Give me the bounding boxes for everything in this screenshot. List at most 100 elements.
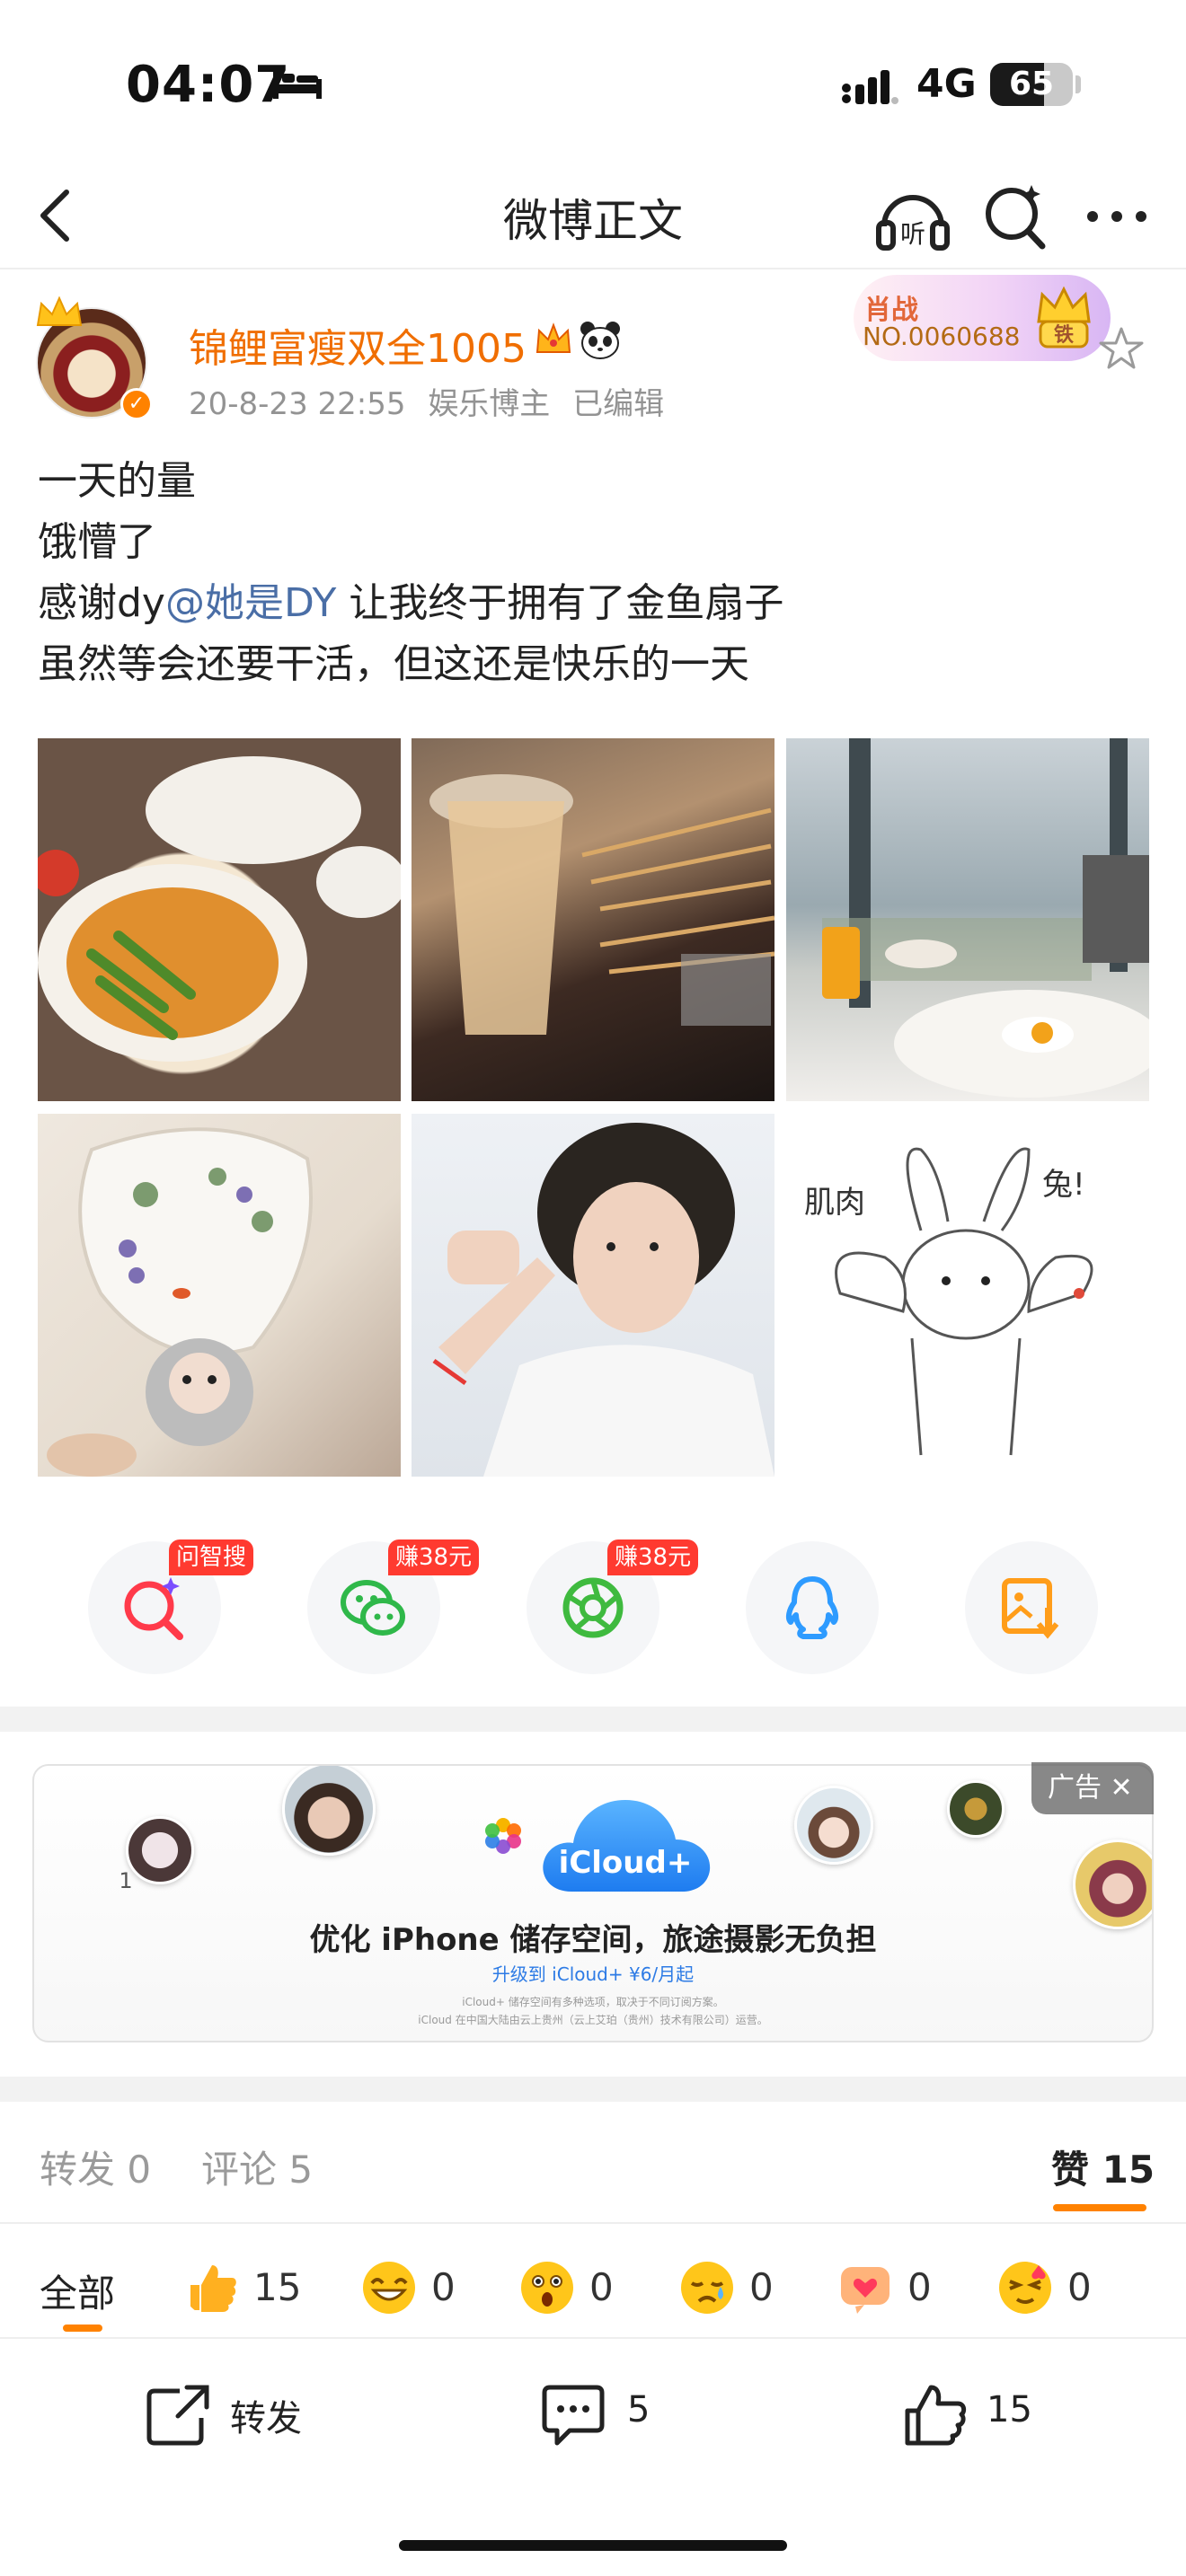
image-portrait[interactable] (412, 1114, 774, 1477)
share-tag-wechat: 赚38元 (388, 1539, 480, 1575)
status-time: 04:07 (126, 56, 291, 114)
image-goldfish-fan[interactable] (38, 1114, 401, 1477)
portrait-drawing (432, 1123, 774, 1477)
close-icon: ✕ (1110, 1772, 1133, 1804)
battery-percent: 65 (1008, 66, 1055, 102)
listen-label: 听 (900, 219, 925, 249)
author-role: 娱乐博主 (428, 386, 551, 422)
page-title: 微博正文 (503, 195, 683, 247)
reaction-count: 0 (431, 2265, 456, 2309)
post-time: 20-8-23 22:55 (189, 386, 406, 422)
surprised-emoji-icon (521, 2262, 573, 2314)
sad-emoji-icon (681, 2262, 733, 2314)
icloud-icon (543, 1800, 711, 1892)
image-muscle-rabbit[interactable]: 肌肉 兔! (786, 1114, 1149, 1477)
crown-icon (36, 296, 83, 326)
fan-number: NO.0060688 (863, 322, 1021, 351)
thumbs-up-icon (190, 2265, 236, 2312)
drink-drawing (429, 774, 774, 1035)
comment-count[interactable]: 5 (627, 2389, 650, 2430)
ad-photo-bubble (947, 1780, 1005, 1838)
reaction-count: 0 (1067, 2265, 1092, 2309)
active-filter-underline (63, 2325, 102, 2332)
reaction-filter-all[interactable]: 全部 (40, 2263, 115, 2318)
reaction-count: 0 (589, 2265, 614, 2309)
ad-headline: 优化 iPhone 储存空间，旅途摄影无负担 (309, 1922, 877, 1958)
search-icon[interactable] (981, 180, 1049, 251)
section-divider (0, 1707, 1186, 1732)
ad-photo-bubble (282, 1766, 376, 1856)
tab-repost[interactable]: 转发 0 (40, 2139, 151, 2194)
author-name[interactable]: 锦鲤富瘦双全1005 (189, 316, 527, 374)
share-tag-ai-search: 问智搜 (169, 1539, 254, 1575)
fan-drawing (47, 1127, 313, 1477)
repost-label[interactable]: 转发 (230, 2389, 302, 2441)
image-noodle-dinner[interactable] (38, 738, 401, 1101)
ad-close-button[interactable]: 广告 ✕ (1031, 1762, 1154, 1814)
more-icon[interactable] (1084, 185, 1150, 248)
ad-label: 广告 (1048, 1772, 1102, 1804)
qq-icon (785, 1576, 839, 1639)
network-type: 4G (916, 61, 977, 107)
like-icon[interactable] (902, 2380, 970, 2448)
post-meta: 20-8-23 22:55 娱乐博主 已编辑 (189, 379, 677, 423)
moments-icon (562, 1577, 624, 1638)
heart-emoji-icon (841, 2267, 890, 2314)
edited-label[interactable]: 已编辑 (572, 386, 664, 422)
post-line-3: 感谢dy@她是DY 让我终于拥有了金鱼扇子 (38, 573, 1152, 634)
ad-subline[interactable]: 升级到 iCloud+ ¥6/月起 (34, 1960, 1152, 1986)
nav-bar: 微博正文 听 (0, 162, 1186, 269)
active-tab-underline (1053, 2204, 1146, 2211)
author-avatar[interactable]: ✓ (36, 296, 155, 420)
battery-icon: 65 (990, 63, 1073, 106)
star-icon[interactable] (1098, 325, 1145, 372)
image-grid: 肌肉 兔! (38, 738, 1150, 1477)
post-line-2: 饿懵了 (38, 519, 156, 565)
mention-link[interactable]: @她是DY (165, 580, 336, 626)
vip-crown-icon (535, 322, 571, 353)
back-icon[interactable] (23, 181, 92, 250)
image-breakfast-view[interactable] (786, 738, 1149, 1101)
section-divider (0, 2077, 1186, 2102)
share-tag-moments: 赚38元 (607, 1539, 699, 1575)
love-emoji-icon (999, 2262, 1051, 2314)
grin-emoji-icon (363, 2262, 415, 2314)
image-drink-skewers[interactable] (412, 738, 774, 1101)
save-image-icon (1002, 1578, 1059, 1639)
noodle-drawing (38, 756, 401, 1062)
listen-icon[interactable]: 听 (875, 180, 951, 255)
sleep-bed-icon (273, 70, 322, 99)
ad-fine-print: iCloud 在中国大陆由云上贵州（云上艾珀（贵州）技术有限公司）运营。 (418, 2014, 768, 2026)
share-save-image[interactable] (965, 1541, 1098, 1674)
tab-like-label: 赞 (1051, 2148, 1090, 2192)
fan-crown-icon: 铁 (1037, 286, 1091, 348)
share-qq[interactable] (746, 1541, 879, 1674)
ad-banner[interactable]: 1 iCloud+ 优化 iPhone 储存空间，旅途摄影无负担 升级到 iCl… (32, 1764, 1154, 2042)
reaction-count: 0 (907, 2265, 932, 2309)
tab-comment[interactable]: 评论 5 (201, 2139, 313, 2194)
tab-like[interactable]: 赞 15 (1051, 2139, 1155, 2194)
status-bar: 04:07 4G 65 (0, 0, 1186, 162)
post-line-4: 虽然等会还要干活，但这还是快乐的一天 (38, 641, 749, 687)
rabbit-drawing: 肌肉 兔! (804, 1147, 1093, 1456)
drawing-text-muscle: 肌肉 (804, 1185, 865, 1221)
divider (0, 2222, 1186, 2224)
ad-brand: iCloud+ (558, 1845, 693, 1881)
home-indicator[interactable] (399, 2540, 787, 2551)
wechat-icon (341, 1580, 405, 1636)
fan-badge-text: 铁 (1054, 323, 1074, 347)
breakfast-drawing (822, 738, 1149, 1098)
tab-like-count: 15 (1102, 2148, 1155, 2192)
post-line-1: 一天的量 (38, 458, 196, 504)
ad-fine-print: iCloud+ 储存空间有多种选项，取决于不同订阅方案。 (462, 1996, 724, 2008)
comment-icon[interactable] (539, 2380, 607, 2448)
signal-icon (842, 70, 898, 104)
like-count[interactable]: 15 (987, 2389, 1032, 2430)
reaction-count: 15 (253, 2265, 302, 2309)
drawing-text-rabbit: 兔! (1042, 1167, 1085, 1203)
repost-icon[interactable] (144, 2380, 212, 2448)
ad-photo-bubble (794, 1786, 873, 1865)
photos-app-icon (485, 1818, 521, 1854)
panda-icon (580, 322, 620, 359)
thanks-prefix: 感谢dy (38, 580, 165, 626)
